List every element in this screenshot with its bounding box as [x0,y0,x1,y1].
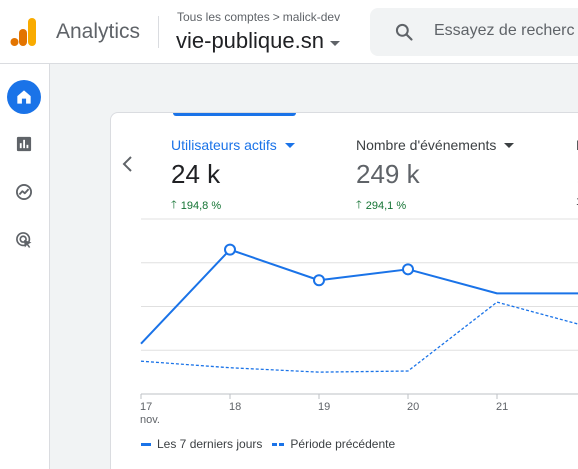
x-tick-label: 21 [496,401,508,413]
caret-down-icon [329,40,340,46]
legend-label: Les 7 derniers jours [157,437,263,451]
property-picker[interactable]: vie-publique.sn [176,28,340,54]
overview-card: Utilisateurs actifs 24 k 🡑 194,8 % Nombre… [110,112,578,469]
explore-icon [16,184,32,200]
x-tick-label: 18 [229,401,241,413]
nav-explore[interactable] [7,175,41,209]
top-app-bar: Analytics Tous les comptes > malick-dev vi… [0,0,578,64]
legend-item-previous[interactable]: Période précédente [272,437,395,451]
left-nav-rail [0,64,50,469]
property-name: vie-publique.sn [176,28,324,53]
header-divider [158,16,159,48]
breadcrumb-account[interactable]: malick-dev [283,10,340,24]
chart-legend: Les 7 derniers jours Période précédente [141,437,405,451]
breadcrumb[interactable]: Tous les comptes > malick-dev [177,10,340,24]
search-input[interactable]: Essayez de recherc [434,22,575,40]
data-point [402,263,414,276]
nav-home[interactable] [7,80,41,114]
breadcrumb-all-accounts[interactable]: Tous les comptes [177,10,270,24]
line-chart: 17nov.1819202122 [140,218,578,426]
data-point [224,243,236,256]
search-icon [395,23,413,41]
nav-advertising[interactable] [7,223,41,257]
analytics-logo[interactable] [10,16,38,48]
legend-swatch-solid [141,442,151,446]
series-line-previous [140,301,578,373]
data-point [313,274,325,287]
legend-label: Période précédente [290,437,396,451]
x-tick-label: 17 nov. [140,401,160,426]
home-icon [17,90,31,104]
chevron-right-icon: > [272,10,280,24]
x-tick-label: 19 [318,401,330,413]
x-tick-label: 20 [407,401,419,413]
app-name: Analytics [56,20,141,43]
legend-swatch-dashed [272,442,285,446]
search-bar[interactable]: Essayez de recherc [370,8,578,56]
series-line-current [140,248,578,345]
nav-reports[interactable] [7,127,41,161]
advertising-icon [16,232,32,248]
reports-icon [16,136,32,152]
legend-item-current[interactable]: Les 7 derniers jours [141,437,262,451]
